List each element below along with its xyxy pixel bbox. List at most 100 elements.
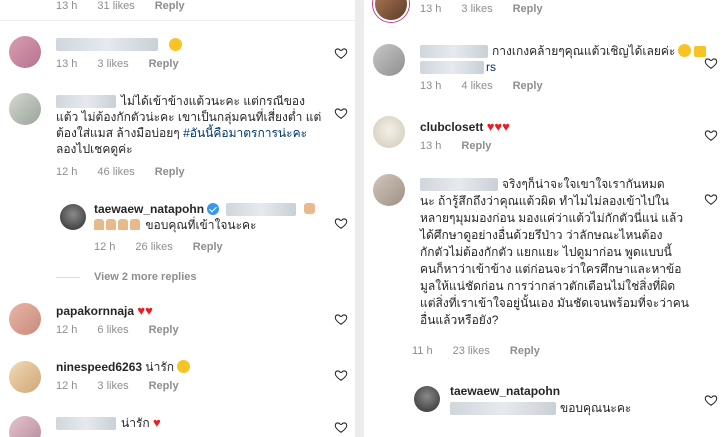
reply-username[interactable]: taewaew_natapohn: [450, 384, 560, 398]
prayer-emoji-icon: [94, 219, 104, 230]
avatar[interactable]: [373, 174, 405, 206]
comment-item: 13 h 31 likes Reply: [0, 0, 355, 21]
like-heart-icon[interactable]: [704, 56, 718, 70]
comment-text: กางเกงคล้ายๆคุณแต้วเชิญได้เลยค่ะ: [492, 44, 676, 58]
comment-likes[interactable]: 4 likes: [461, 80, 492, 92]
reply-button[interactable]: Reply: [193, 241, 223, 253]
comment-time: 12 h: [56, 380, 78, 392]
comment-text-line: ต้องใส่แมส ล้างมือบ่อยๆ #อันนี้คือมาตรกา…: [56, 125, 307, 141]
comment-text-line: แต้ว ไม่ต้องกักตัวน่ะคะ เขาเป็นกลุ่มคนที…: [56, 110, 322, 124]
comments-panel-right[interactable]: 13 h 3 likes Reply กางเกงคล้ายๆคุณแต้วเชิญ…: [364, 0, 728, 437]
like-heart-icon[interactable]: [704, 393, 718, 407]
avatar[interactable]: [373, 0, 409, 22]
reply-button[interactable]: Reply: [149, 380, 179, 392]
avatar[interactable]: [9, 36, 41, 68]
mention-suffix[interactable]: rs: [486, 59, 496, 75]
reply-button[interactable]: Reply: [149, 58, 179, 70]
username-redacted: [56, 38, 158, 51]
avatar[interactable]: [9, 303, 41, 335]
reply-text: ขอบคุณที่เข้าใจนะคะ: [145, 218, 257, 232]
comment-time: 12 h: [56, 166, 78, 178]
reply-button[interactable]: Reply: [513, 80, 543, 92]
column-divider: [355, 0, 364, 437]
comment-likes[interactable]: 23 likes: [453, 345, 490, 357]
comment-username[interactable]: ninespeed6263: [56, 360, 142, 374]
comment-likes[interactable]: 3 likes: [97, 58, 128, 70]
comment-item: clubclosett ♥♥♥ 13 h Reply: [364, 108, 728, 158]
comment-likes[interactable]: 46 likes: [97, 166, 134, 178]
comment-text-line: อื่นแล้วหรือยัง?: [420, 313, 499, 327]
avatar[interactable]: [60, 204, 86, 230]
comment-likes[interactable]: 26 likes: [135, 241, 172, 253]
comment-username[interactable]: papakornnaja: [56, 304, 134, 318]
reply-button[interactable]: Reply: [149, 324, 179, 336]
like-heart-icon[interactable]: [334, 46, 348, 60]
comment-header: clubclosett ♥♥♥: [420, 119, 510, 135]
like-heart-icon[interactable]: [334, 106, 348, 120]
comment-meta: 12 h 26 likes Reply: [94, 241, 243, 253]
reply-text-line: ขอบคุณที่เข้าใจนะคะ: [94, 217, 257, 233]
reply-button[interactable]: Reply: [461, 140, 491, 152]
comment-item: น่ารัก ♥: [0, 408, 355, 437]
reply-button[interactable]: Reply: [155, 166, 185, 178]
comment-username[interactable]: clubclosett: [420, 120, 483, 134]
comment-time: 13 h: [56, 0, 78, 12]
comment-text-line: จริงๆก็น่าจะใจเขาใจเรากันหมด: [502, 177, 665, 191]
hashtag-link[interactable]: #อันนี้คือมาตรการน่ะคะ: [183, 126, 307, 140]
smile-emoji-icon: [177, 360, 191, 373]
reply-item: taewaew_natapohn ขอบคุณที่เข้าใจนะคะ 12 …: [0, 194, 355, 258]
like-heart-icon[interactable]: [334, 312, 348, 326]
comment-item: ไม่ได้เข้าข้างแต้วนะคะ แต่กรณีของ แต้ว ไ…: [0, 86, 355, 186]
comment-meta: 11 h 23 likes Reply: [412, 345, 560, 357]
avatar[interactable]: [414, 386, 440, 412]
avatar[interactable]: [373, 44, 405, 76]
avatar[interactable]: [9, 361, 41, 393]
reply-header: taewaew_natapohn: [450, 383, 560, 399]
reply-button[interactable]: Reply: [513, 3, 543, 15]
comment-meta: 12 h 46 likes Reply: [56, 166, 205, 178]
comment-meta: 12 h 6 likes Reply: [56, 324, 199, 336]
username-redacted: [420, 178, 498, 191]
mention-redacted: [226, 203, 296, 216]
comment-text-line: ลองไปเชคดูค่ะ: [56, 142, 133, 156]
like-heart-icon[interactable]: [704, 192, 718, 206]
view-more-replies-link[interactable]: View 2 more replies: [56, 271, 197, 283]
avatar[interactable]: [373, 116, 405, 148]
prayer-emoji-icon: [106, 219, 116, 230]
reply-button[interactable]: Reply: [155, 0, 185, 12]
smile-emoji-icon: [169, 38, 182, 51]
like-heart-icon[interactable]: [334, 216, 348, 230]
smile-emoji-icon: [678, 44, 692, 57]
comment-text: น่ารัก: [145, 360, 175, 374]
comment-item: ninespeed6263 น่ารัก 12 h 3 likes Reply: [0, 348, 355, 398]
comment-time: 13 h: [420, 80, 442, 92]
like-heart-icon[interactable]: [334, 368, 348, 382]
comment-likes[interactable]: 6 likes: [97, 324, 128, 336]
comment-text-line: ได้ศึกษาดูอย่างอื่นด้วยรึป่าว ว่าลักษณะไ…: [420, 228, 663, 242]
comment-likes[interactable]: 31 likes: [97, 0, 134, 12]
comment-time: 12 h: [56, 324, 78, 336]
comment-time: 13 h: [56, 58, 78, 70]
comment-text-line: ไม่ได้เข้าข้างแต้วนะคะ แต่กรณีของ: [121, 94, 305, 108]
comment-meta: 12 h 3 likes Reply: [56, 380, 199, 392]
red-heart-emoji-icon: ♥♥: [137, 303, 153, 318]
comment-likes[interactable]: 3 likes: [461, 3, 492, 15]
reply-item: taewaew_natapohn ขอบคุณนะคะ: [364, 376, 728, 437]
comments-panel-left[interactable]: 13 h 31 likes Reply 13 h 3 likes Reply ไม่ได…: [0, 0, 355, 437]
like-heart-icon[interactable]: [334, 420, 348, 434]
prayer-emoji-icon: [304, 203, 315, 214]
comment-text: ต้องใส่แมส ล้างมือบ่อยๆ: [56, 126, 184, 140]
screenshot-collage: 13 h 31 likes Reply 13 h 3 likes Reply ไม่ได…: [0, 0, 728, 437]
reply-username[interactable]: taewaew_natapohn: [94, 202, 204, 216]
prayer-emoji-icon: [130, 219, 140, 230]
comment-meta: 13 h 31 likes Reply: [56, 0, 205, 12]
comment-likes[interactable]: 3 likes: [97, 380, 128, 392]
avatar[interactable]: [9, 416, 41, 437]
like-heart-icon[interactable]: [704, 128, 718, 142]
comment-header: ninespeed6263 น่ารัก: [56, 359, 191, 375]
reply-button[interactable]: Reply: [510, 345, 540, 357]
comment-time: 13 h: [420, 3, 442, 15]
username-redacted: [56, 417, 116, 430]
reply-header: taewaew_natapohn: [94, 201, 222, 217]
avatar[interactable]: [9, 93, 41, 125]
